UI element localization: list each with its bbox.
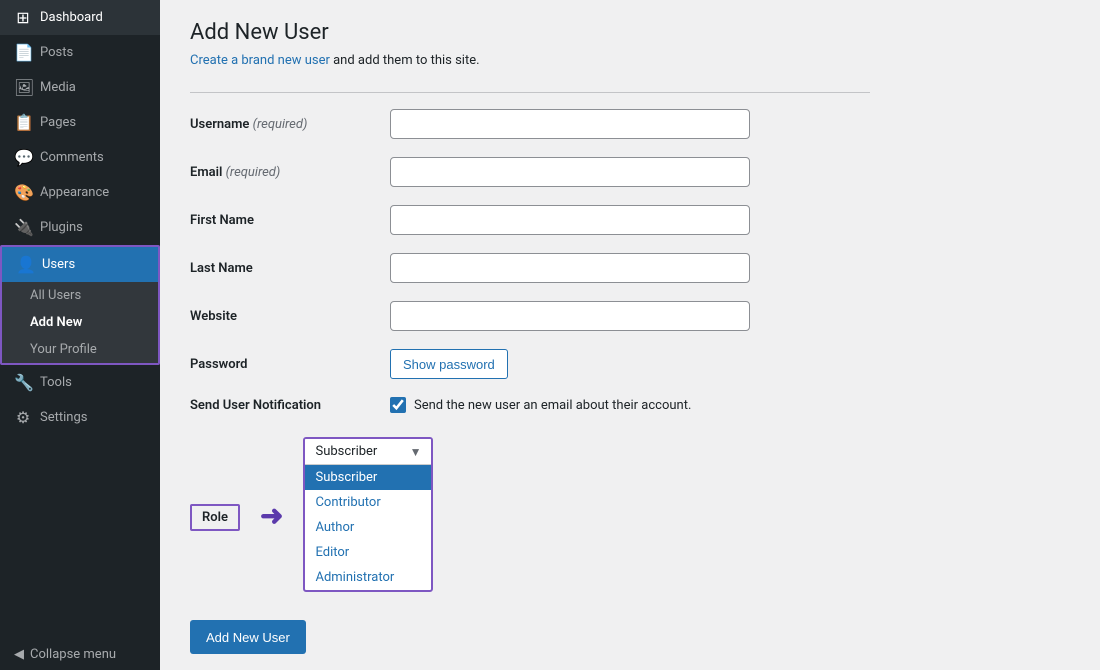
website-label: Website (190, 309, 390, 324)
lastname-row: Last Name (190, 253, 870, 283)
sidebar-item-dashboard[interactable]: ⊞ Dashboard (0, 0, 160, 35)
main-content: Add New User Create a brand new user and… (160, 0, 1100, 670)
sidebar-item-label: Tools (40, 375, 72, 390)
sidebar-item-comments[interactable]: 💬 Comments (0, 140, 160, 175)
password-label: Password (190, 357, 390, 372)
sidebar-item-label: Users (42, 257, 75, 272)
sidebar-item-settings[interactable]: ⚙ Settings (0, 400, 160, 435)
firstname-input[interactable] (390, 205, 750, 235)
page-subtitle: Create a brand new user and add them to … (190, 53, 1070, 68)
sidebar-item-users[interactable]: 👤 Users (2, 247, 158, 282)
collapse-menu-button[interactable]: ◀ Collapse menu (0, 639, 160, 670)
role-dropdown[interactable]: Subscriber ▼ Subscriber Contributor Auth… (303, 437, 433, 592)
username-input[interactable] (390, 109, 750, 139)
notification-text: Send the new user an email about their a… (414, 398, 691, 413)
sidebar-item-media[interactable]: 🖼 Media (0, 70, 160, 105)
sidebar-item-label: Plugins (40, 220, 83, 235)
sidebar-item-label: Appearance (40, 185, 109, 200)
comments-icon: 💬 (14, 148, 32, 167)
role-selected-label: Subscriber (315, 444, 377, 459)
posts-icon: 📄 (14, 43, 32, 62)
role-option-author[interactable]: Author (305, 515, 431, 540)
add-new-user-button[interactable]: Add New User (190, 620, 306, 654)
lastname-label: Last Name (190, 261, 390, 276)
show-password-button[interactable]: Show password (390, 349, 508, 379)
pages-icon: 📋 (14, 113, 32, 132)
username-row: Username (required) (190, 109, 870, 139)
firstname-label: First Name (190, 213, 390, 228)
role-option-editor[interactable]: Editor (305, 540, 431, 565)
role-label-box: Role (190, 504, 240, 531)
role-select-bar[interactable]: Subscriber ▼ (305, 439, 431, 465)
role-arrow-icon: ➜ (260, 499, 283, 532)
role-section: Role ➜ Subscriber ▼ Subscriber Contribut… (190, 437, 1070, 592)
tools-icon: 🔧 (14, 373, 32, 392)
notification-row: Send User Notification Send the new user… (190, 397, 870, 413)
firstname-row: First Name (190, 205, 870, 235)
media-icon: 🖼 (14, 78, 32, 97)
collapse-label: Collapse menu (30, 647, 116, 662)
lastname-input[interactable] (390, 253, 750, 283)
sidebar-item-posts[interactable]: 📄 Posts (0, 35, 160, 70)
collapse-icon: ◀ (14, 647, 24, 662)
notification-label: Send User Notification (190, 398, 390, 413)
sidebar-item-label: Dashboard (40, 10, 103, 25)
sidebar-item-label: Media (40, 80, 76, 95)
email-input[interactable] (390, 157, 750, 187)
page-title: Add New User (190, 20, 1070, 45)
sidebar: ⊞ Dashboard 📄 Posts 🖼 Media 📋 Pages 💬 Co… (0, 0, 160, 670)
appearance-icon: 🎨 (14, 183, 32, 202)
sidebar-sub-your-profile[interactable]: Your Profile (2, 336, 158, 363)
form-divider (190, 92, 870, 93)
subtitle-rest: and add them to this site. (330, 53, 480, 68)
email-row: Email (required) (190, 157, 870, 187)
chevron-down-icon: ▼ (410, 445, 422, 459)
subtitle-link[interactable]: Create a brand new user (190, 53, 330, 68)
notification-checkbox[interactable] (390, 397, 406, 413)
website-input[interactable] (390, 301, 750, 331)
role-label-text: Role (202, 510, 228, 525)
sidebar-item-pages[interactable]: 📋 Pages (0, 105, 160, 140)
sidebar-sub-add-new[interactable]: Add New (2, 309, 158, 336)
role-option-administrator[interactable]: Administrator (305, 565, 431, 590)
plugins-icon: 🔌 (14, 218, 32, 237)
sidebar-item-label: Comments (40, 150, 104, 165)
website-row: Website (190, 301, 870, 331)
sidebar-item-label: Posts (40, 45, 73, 60)
role-option-subscriber[interactable]: Subscriber (305, 465, 431, 490)
notification-content: Send the new user an email about their a… (390, 397, 691, 413)
role-option-contributor[interactable]: Contributor (305, 490, 431, 515)
password-row: Password Show password (190, 349, 870, 379)
sidebar-item-plugins[interactable]: 🔌 Plugins (0, 210, 160, 245)
dashboard-icon: ⊞ (14, 8, 32, 27)
sidebar-sub-all-users[interactable]: All Users (2, 282, 158, 309)
sidebar-item-tools[interactable]: 🔧 Tools (0, 365, 160, 400)
sidebar-item-label: Settings (40, 410, 87, 425)
username-label: Username (required) (190, 117, 390, 132)
sidebar-item-label: Pages (40, 115, 76, 130)
settings-icon: ⚙ (14, 408, 32, 427)
email-label: Email (required) (190, 165, 390, 180)
users-icon: 👤 (16, 255, 34, 274)
sidebar-item-appearance[interactable]: 🎨 Appearance (0, 175, 160, 210)
